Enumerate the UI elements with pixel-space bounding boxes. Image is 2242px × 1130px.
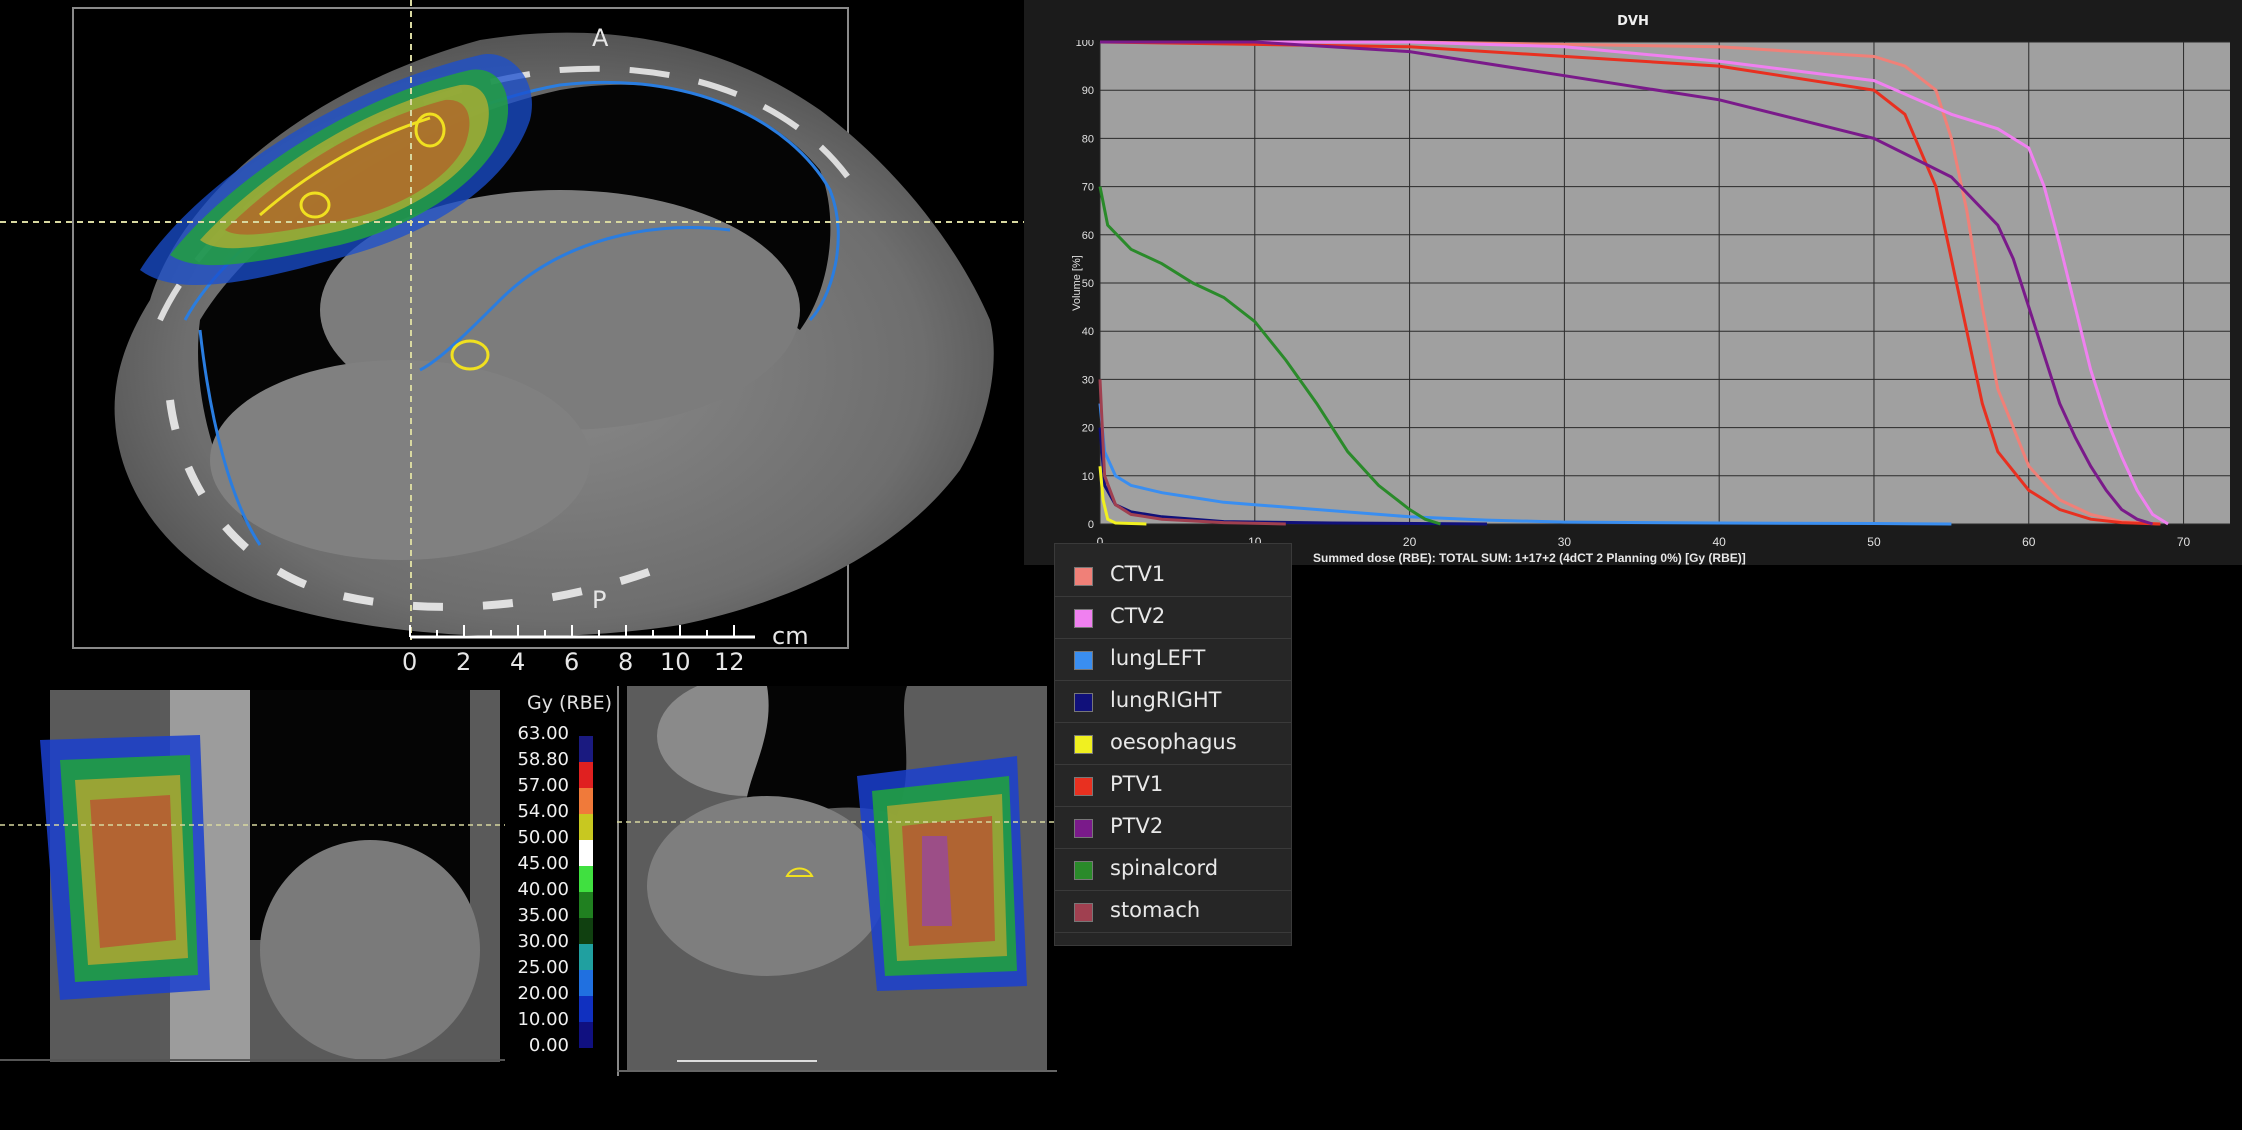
legend-swatch[interactable]	[1074, 861, 1093, 880]
legend-swatch[interactable]	[1074, 777, 1093, 796]
scale-tick-label: 4	[510, 648, 526, 676]
structure-legend: CTV1 CTV2 lungLEFT lungRIGHT oesophagus PTV1 P…	[1054, 543, 1292, 946]
colorbar-level: 10.00	[511, 1008, 611, 1048]
dvh-x-axis-label: Summed dose (RBE): TOTAL SUM: 1+17+2 (4d…	[1313, 551, 1746, 565]
sagittal-ct-image	[0, 690, 505, 1062]
colorbar-level: 20.00	[511, 982, 611, 1022]
legend-swatch[interactable]	[1074, 693, 1093, 712]
colorbar-value: 58.80	[517, 749, 569, 770]
dvh-panel: DVH 0 10 20 30 40 50 60 70 0 10 20 30 40 50 60 70 80 90 10…	[1024, 0, 2242, 565]
legend-item-ctv1[interactable]: CTV1	[1055, 554, 1291, 597]
anterior-label: A	[592, 24, 609, 52]
x-tick-label: 40	[1712, 535, 1726, 549]
dose-colorbar: Gy (RBE) 63.00 58.80 57.00 54.00 50.00 45.00 4…	[505, 682, 615, 1074]
legend-item-oesophagus[interactable]: oesophagus	[1055, 722, 1291, 765]
y-tick-label: 90	[1082, 85, 1094, 97]
colorbar-value: 30.00	[517, 931, 569, 952]
y-tick-label: 0	[1088, 519, 1094, 531]
scale-tick-label: 2	[456, 648, 472, 676]
colorbar-value: 54.00	[517, 801, 569, 822]
x-tick-label: 60	[2022, 535, 2036, 549]
y-tick-label: 20	[1082, 423, 1094, 435]
x-tick-label: 70	[2177, 535, 2191, 549]
colorbar-value: 50.00	[517, 827, 569, 848]
legend-label: PTV1	[1110, 772, 1164, 796]
colorbar-level: 50.00	[511, 826, 611, 866]
x-tick-label: 20	[1403, 535, 1417, 549]
colorbar-value: 40.00	[517, 879, 569, 900]
y-tick-label: 60	[1082, 230, 1094, 242]
colorbar-level: 25.00	[511, 956, 611, 996]
liver	[260, 840, 480, 1060]
legend-item-ctv2[interactable]: CTV2	[1055, 596, 1291, 639]
dvh-title: DVH	[1617, 14, 1649, 29]
scale-tick-label: 8	[618, 648, 634, 676]
x-tick-label: 30	[1558, 535, 1572, 549]
colorbar-value: 10.00	[517, 1009, 569, 1030]
dvh-chart[interactable]: 0 10 20 30 40 50 60 700102030405060708090100Vol…	[1072, 40, 2242, 565]
legend-item-lungright[interactable]: lungRIGHT	[1055, 680, 1291, 723]
colorbar-level: 0.00	[511, 1034, 611, 1074]
liver-region	[210, 360, 590, 560]
scale-tick-label: 6	[564, 648, 580, 676]
legend-label: CTV1	[1110, 562, 1166, 586]
x-tick-label: 50	[1867, 535, 1881, 549]
colorbar-value: 25.00	[517, 957, 569, 978]
posterior-label: P	[592, 586, 607, 614]
y-tick-label: 10	[1082, 471, 1094, 483]
legend-item-lungleft[interactable]: lungLEFT	[1055, 638, 1291, 681]
legend-label: stomach	[1110, 898, 1201, 922]
scale-tick-label: 12	[714, 648, 745, 676]
scale-tick-label: 0	[402, 648, 418, 676]
legend-item-spinalcord[interactable]: spinalcord	[1055, 848, 1291, 891]
y-tick-label: 100	[1076, 40, 1094, 49]
legend-item-ptv2[interactable]: PTV2	[1055, 806, 1291, 849]
scale-tick-label: 10	[660, 648, 691, 676]
colorbar-level: 54.00	[511, 800, 611, 840]
colorbar-level: 35.00	[511, 904, 611, 944]
legend-swatch[interactable]	[1074, 903, 1093, 922]
legend-label: CTV2	[1110, 604, 1166, 628]
legend-item-ptv1[interactable]: PTV1	[1055, 764, 1291, 807]
legend-label: PTV2	[1110, 814, 1164, 838]
dvh-y-axis-label: Volume [%]	[1072, 255, 1083, 311]
scale-unit-label: cm	[772, 622, 809, 650]
legend-swatch[interactable]	[1074, 651, 1093, 670]
colorbar-value: 45.00	[517, 853, 569, 874]
colorbar-value: 63.00	[517, 723, 569, 744]
colorbar-level: 63.00	[511, 722, 611, 762]
colorbar-level: 45.00	[511, 852, 611, 892]
legend-swatch[interactable]	[1074, 819, 1093, 838]
colorbar-value: 20.00	[517, 983, 569, 1004]
colorbar-value: 35.00	[517, 905, 569, 926]
colorbar-title: Gy (RBE)	[527, 692, 613, 714]
colorbar-swatch	[579, 1048, 593, 1074]
legend-swatch[interactable]	[1074, 567, 1093, 586]
y-tick-label: 30	[1082, 374, 1094, 386]
legend-swatch[interactable]	[1074, 735, 1093, 754]
axial-ct-image	[0, 0, 1024, 649]
y-tick-label: 40	[1082, 326, 1094, 338]
legend-label: spinalcord	[1110, 856, 1219, 880]
colorbar-level: 40.00	[511, 878, 611, 918]
y-tick-label: 50	[1082, 278, 1094, 290]
colorbar-value: 0.00	[528, 1035, 569, 1056]
legend-swatch[interactable]	[1074, 609, 1093, 628]
legend-label: oesophagus	[1110, 730, 1237, 754]
y-tick-label: 70	[1082, 182, 1094, 194]
colorbar-level: 30.00	[511, 930, 611, 970]
legend-label: lungLEFT	[1110, 646, 1206, 670]
colorbar-level: 57.00	[511, 774, 611, 814]
colorbar-value: 57.00	[517, 775, 569, 796]
y-tick-label: 80	[1082, 133, 1094, 145]
coronal-ct-image	[617, 676, 1057, 1076]
sagittal-ct-view[interactable]	[0, 690, 505, 1062]
legend-item-stomach[interactable]: stomach	[1055, 890, 1291, 933]
legend-label: lungRIGHT	[1110, 688, 1222, 712]
colorbar-level: 58.80	[511, 748, 611, 788]
axial-ct-view[interactable]: A P cm 0 2 4 6 8 10 12	[0, 0, 1024, 690]
coronal-ct-view[interactable]	[617, 676, 1057, 1076]
